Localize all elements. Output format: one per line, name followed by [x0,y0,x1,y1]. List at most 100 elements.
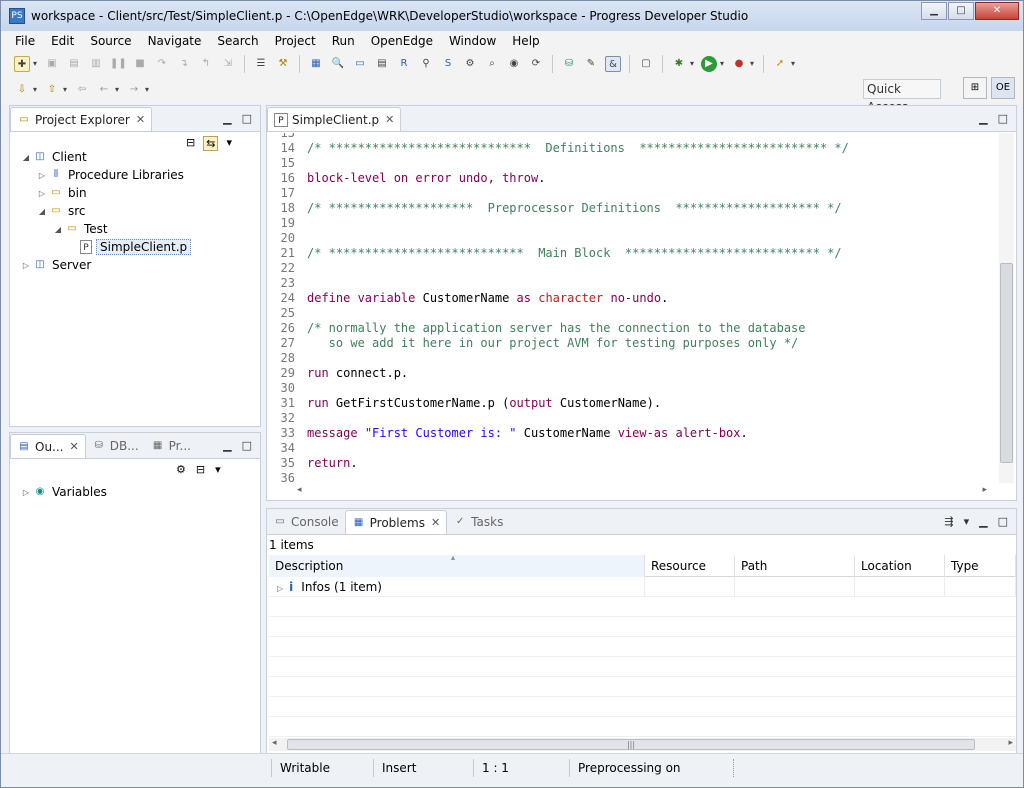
code-line[interactable]: 31 run GetFirstCustomerName.p (output Cus… [267,396,662,411]
minimize-view-icon[interactable]: ▁ [979,112,987,125]
view-menu-icon[interactable]: ▾ [964,515,970,528]
tree-item-src[interactable]: ◢ ▭ src [20,202,191,220]
chevron-down-icon[interactable]: ▾ [143,82,151,98]
table-row[interactable]: ▷ i Infos (1 item) [269,577,1016,597]
chevron-down-icon[interactable]: ▾ [31,56,39,72]
close-icon[interactable]: ✕ [136,113,145,126]
minimize-view-icon[interactable]: ▁ [223,112,231,125]
code-area[interactable]: 13 14 /* **************************** Defi… [267,133,987,485]
code-line[interactable]: 14 /* **************************** Defini… [267,141,849,156]
expand-icon[interactable]: ▷ [36,171,48,180]
menu-openedge[interactable]: OpenEdge [363,34,441,48]
code-line[interactable]: 35 return. [267,456,358,471]
list-icon[interactable]: ☰ [253,56,269,72]
tab-tasks[interactable]: ✓ Tasks [447,510,509,534]
tool-icon[interactable]: ⚙ [462,56,478,72]
code-line[interactable]: 26 /* normally the application server has… [267,321,806,336]
drop-frame-icon[interactable]: ⇲ [220,56,236,72]
scroll-thumb[interactable]: ||| [287,739,975,750]
chevron-down-icon[interactable]: ▾ [748,56,756,72]
maximize-view-icon[interactable]: □ [242,439,252,452]
menu-navigate[interactable]: Navigate [140,34,210,48]
tab-outline[interactable]: ▤ Ou... ✕ [10,434,86,458]
tab-project-explorer[interactable]: ▭ Project Explorer ✕ [10,107,153,131]
next-annotation-icon[interactable]: ⇩ [14,82,30,98]
new-icon[interactable]: ✚ [14,56,30,72]
menu-run[interactable]: Run [324,34,363,48]
open-perspective-icon[interactable]: ⊞ [963,77,987,99]
tree-item-variables[interactable]: ▷ ◉ Variables [20,483,107,501]
previous-annotation-icon[interactable]: ⇧ [44,82,60,98]
debug-icon[interactable]: ✱ [671,56,687,72]
save-all-icon[interactable]: ▤ [66,56,82,72]
database-icon[interactable]: ⛁ [561,56,577,72]
close-icon[interactable]: ✕ [431,516,440,529]
close-button[interactable]: ✕ [975,2,1019,20]
refresh-icon[interactable]: ⟳ [528,56,544,72]
code-line[interactable]: 30 [267,381,307,396]
tree-item-bin[interactable]: ▷ ▭ bin [20,184,191,202]
save-icon[interactable]: ▣ [44,56,60,72]
expand-icon[interactable]: ▷ [20,488,32,497]
wand-icon[interactable]: ⚒ [275,56,291,72]
menu-help[interactable]: Help [504,34,547,48]
document-icon[interactable]: ▢ [638,56,654,72]
code-line[interactable]: 17 [267,186,307,201]
code-line[interactable]: 19 [267,216,307,231]
collapse-icon[interactable]: ◢ [52,225,64,234]
code-line[interactable]: 36 [267,471,307,485]
tree-item-server[interactable]: ▷ ◫ Server [20,256,191,274]
print-icon[interactable]: ▥ [88,56,104,72]
step-over-icon[interactable]: ↷ [154,56,170,72]
quick-access-field[interactable]: Quick Access [863,79,941,114]
tab-db-structure[interactable]: ⛁ DB... [86,434,145,458]
chevron-down-icon[interactable]: ▾ [789,56,797,72]
stop-icon[interactable]: ■ [132,56,148,72]
code-line[interactable]: 33 message "First Customer is: " Customer… [267,426,748,441]
minimize-view-icon[interactable]: ▁ [223,439,231,452]
code-line[interactable]: 18 /* ******************** Preprocessor D… [267,201,842,216]
code-line[interactable]: 16 block-level on error undo, throw. [267,171,546,186]
chevron-down-icon[interactable]: ▾ [61,82,69,98]
column-type[interactable]: Type [945,555,1016,577]
chevron-down-icon[interactable]: ▾ [113,82,121,98]
tab-console[interactable]: ▭ Console [267,510,345,534]
code-line[interactable]: 28 [267,351,307,366]
collapse-all-icon[interactable]: ⊟ [196,463,205,476]
scroll-thumb[interactable] [1000,263,1013,463]
menu-window[interactable]: Window [441,34,504,48]
ampersand-icon[interactable]: & [605,56,621,72]
tab-properties[interactable]: ▦ Pr... [145,434,197,458]
code-line[interactable]: 27 so we add it here in our project AVM … [267,336,799,351]
menu-search[interactable]: Search [209,34,266,48]
edit-icon[interactable]: ✎ [583,56,599,72]
external-tools-icon[interactable]: ● [731,56,747,72]
vertical-scrollbar[interactable] [999,133,1014,483]
step-return-icon[interactable]: ↰ [198,56,214,72]
code-line[interactable]: 22 [267,261,307,276]
chevron-down-icon[interactable]: ▾ [688,56,696,72]
horizontal-scrollbar[interactable]: ◂ ||| ▸ [269,738,1016,751]
chevron-down-icon[interactable]: ▾ [718,56,726,72]
search-icon[interactable]: ⌕ [484,56,500,72]
collapse-icon[interactable]: ◢ [36,207,48,216]
back-icon[interactable]: ← [96,82,112,98]
tree-item-test[interactable]: ◢ ▭ Test [20,220,191,238]
maximize-view-icon[interactable]: □ [242,112,252,125]
schema-icon[interactable]: S [440,56,456,72]
expand-icon[interactable]: ▷ [20,261,32,270]
link-editor-icon[interactable]: ⇆ [203,136,219,151]
step-into-icon[interactable]: ↴ [176,56,192,72]
screen-icon[interactable]: ▭ [352,56,368,72]
tree-item-procedure-libraries[interactable]: ▷ ⫴ Procedure Libraries [20,166,191,184]
expand-icon[interactable]: ▷ [277,584,283,593]
column-path[interactable]: Path [735,555,855,577]
pause-icon[interactable]: ❚❚ [110,56,127,72]
column-location[interactable]: Location [855,555,945,577]
menu-project[interactable]: Project [267,34,324,48]
view-menu-icon[interactable]: ▾ [226,136,232,151]
code-line[interactable]: 23 [267,276,307,291]
tree-item-simpleclient-p[interactable]: P SimpleClient.p [20,238,192,256]
deploy-icon[interactable]: ➚ [772,56,788,72]
browse-icon[interactable]: ⚲ [418,56,434,72]
